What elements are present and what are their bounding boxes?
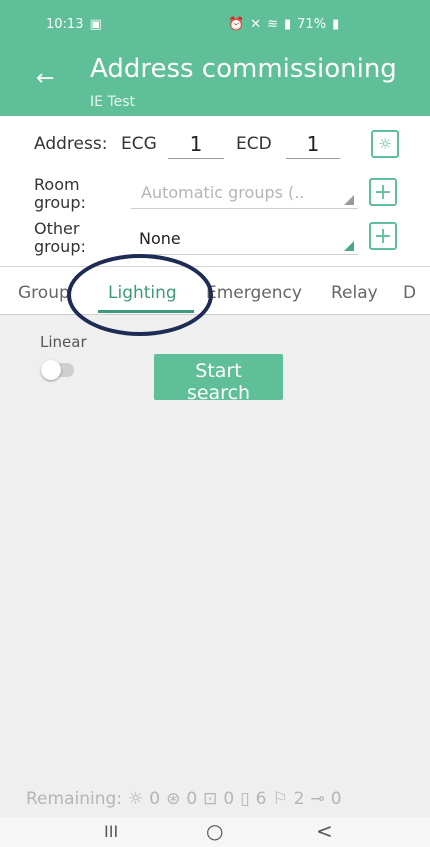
remaining-ecg-count: 0	[149, 789, 161, 809]
remaining-switch-count: 6	[255, 789, 267, 809]
tab-bar: Group Lighting Emergency Relay D	[0, 267, 430, 314]
room-group-label-line1: Room	[34, 175, 80, 194]
add-room-group-button[interactable]: +	[369, 178, 397, 206]
ecg-field[interactable]: 1	[168, 130, 224, 159]
recents-button[interactable]: III	[104, 822, 118, 841]
running-man-icon: ⚐	[272, 789, 288, 809]
system-nav-bar: III ○ <	[0, 817, 430, 847]
battery-icon: ▮	[332, 17, 340, 32]
remaining-emergency-count: 0	[223, 789, 235, 809]
wifi-icon: ≋	[267, 17, 278, 32]
switch-icon: ▯	[240, 789, 250, 809]
battery-percent: 71%	[297, 17, 327, 32]
start-search-line2: search	[186, 382, 251, 400]
linear-label: Linear	[40, 333, 87, 351]
room-group-label: Room group:	[34, 176, 86, 212]
room-group-label-line2: group:	[34, 193, 86, 212]
ecg-label: ECG	[121, 134, 157, 154]
alarm-icon: ⏰	[228, 17, 245, 32]
other-group-label-line1: Other	[34, 219, 80, 238]
remaining-summary: Remaining: ☼ 0 ⊛ 0 ⊡ 0 ▯ 6 ⚐ 2 ⊸ 0	[26, 789, 342, 809]
relay-icon: ⊸	[310, 789, 325, 809]
home-button[interactable]: ○	[206, 819, 223, 843]
active-tab-indicator	[98, 310, 194, 313]
sensor-icon: ⊛	[166, 789, 181, 809]
other-group-label-line2: group:	[34, 237, 86, 256]
tab-group[interactable]: Group	[18, 283, 70, 303]
status-bar: 10:13 ▣ ⏰ ✕ ≋ ▮ 71% ▮	[0, 0, 430, 48]
lightbulb-icon: ☼	[378, 135, 392, 153]
toggle-knob	[41, 360, 61, 380]
ecd-field[interactable]: 1	[286, 130, 340, 159]
tab-emergency[interactable]: Emergency	[206, 283, 302, 303]
other-group-value: None	[139, 229, 181, 248]
start-search-button[interactable]: Start search	[154, 354, 283, 400]
room-group-select[interactable]: Automatic groups (..	[131, 178, 358, 209]
nav-back-button[interactable]: <	[316, 819, 333, 843]
start-search-line1: Start	[195, 360, 242, 382]
lightbulb-icon: ☼	[128, 789, 144, 809]
plus-icon: +	[373, 179, 393, 205]
add-other-group-button[interactable]: +	[369, 222, 397, 250]
plus-icon: +	[373, 223, 393, 249]
page-title: Address commissioning	[90, 54, 397, 84]
remaining-exit-count: 2	[293, 789, 305, 809]
emergency-light-icon: ⊡	[203, 789, 218, 809]
signal-icon: ▮	[284, 17, 292, 32]
other-group-select[interactable]: None	[131, 224, 358, 255]
image-icon: ▣	[89, 17, 102, 32]
address-label: Address:	[34, 134, 108, 154]
tab-more[interactable]: D	[403, 283, 416, 303]
dropdown-triangle-icon	[344, 195, 354, 205]
address-form: Address: ECG 1 ECD 1 ☼ Room group: Autom…	[0, 116, 430, 266]
lighting-panel: Linear Start search	[0, 315, 430, 783]
remaining-relay-count: 0	[330, 789, 342, 809]
mute-icon: ✕	[250, 17, 262, 32]
page-subtitle: IE Test	[90, 94, 135, 110]
status-time: 10:13	[46, 17, 84, 32]
remaining-bar: Remaining: ☼ 0 ⊛ 0 ⊡ 0 ▯ 6 ⚐ 2 ⊸ 0	[0, 783, 430, 817]
ecd-label: ECD	[236, 134, 272, 154]
tab-relay[interactable]: Relay	[331, 283, 378, 303]
status-time-group: 10:13 ▣	[46, 17, 102, 32]
other-group-label: Other group:	[34, 220, 86, 256]
status-right: ⏰ ✕ ≋ ▮ 71% ▮	[228, 17, 339, 32]
dropdown-triangle-icon	[344, 241, 354, 251]
app-bar: ← Address commissioning IE Test	[0, 48, 430, 116]
linear-toggle[interactable]	[41, 360, 74, 380]
room-group-value: Automatic groups (..	[141, 183, 305, 202]
back-arrow-icon[interactable]: ←	[36, 66, 54, 91]
remaining-label: Remaining:	[26, 789, 122, 809]
tab-lighting[interactable]: Lighting	[108, 283, 177, 303]
remaining-sensor-count: 0	[186, 789, 198, 809]
identify-lamp-button[interactable]: ☼	[371, 130, 399, 158]
